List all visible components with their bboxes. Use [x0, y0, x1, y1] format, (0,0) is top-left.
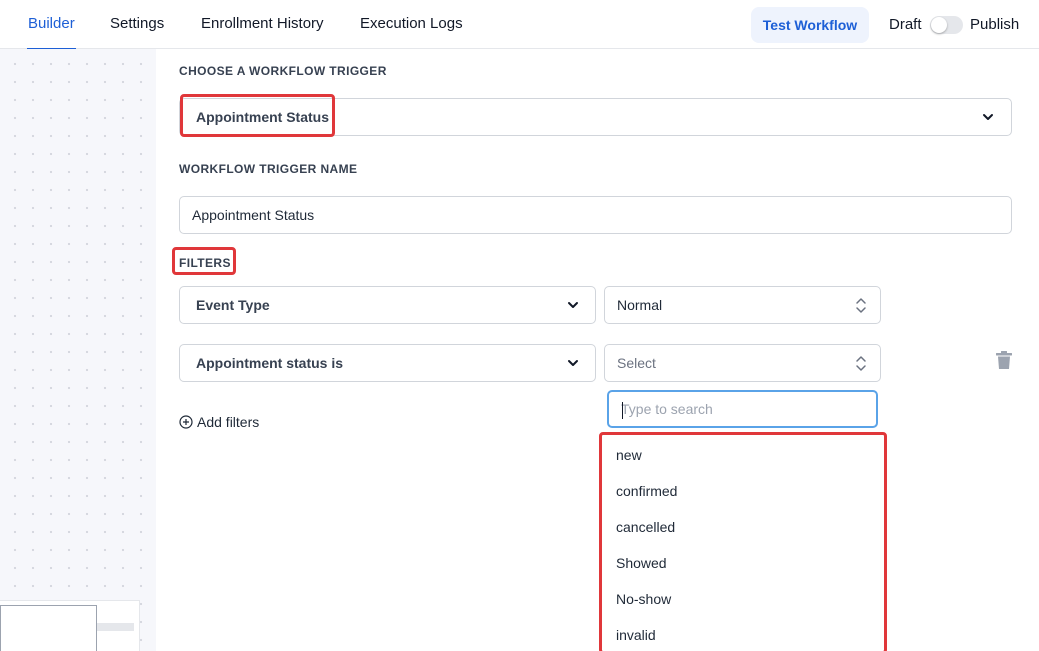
workflow-canvas[interactable]	[0, 49, 156, 651]
option-showed[interactable]: Showed	[616, 555, 667, 571]
filter-field-select[interactable]: Event Type	[179, 286, 596, 324]
publish-label: Publish	[970, 16, 1020, 33]
filter-value-select[interactable]: Normal	[604, 286, 881, 324]
text-caret	[622, 402, 623, 419]
option-cancelled[interactable]: cancelled	[616, 519, 675, 535]
chevron-down-icon	[568, 360, 578, 366]
toggle-knob	[931, 17, 947, 33]
filter-field-value: Appointment status is	[196, 355, 344, 371]
plus-circle-icon	[179, 415, 193, 429]
filter-value-select[interactable]: Select	[604, 344, 881, 382]
minimap[interactable]	[0, 600, 140, 651]
search-field[interactable]	[609, 392, 876, 426]
option-no-show[interactable]: No-show	[616, 591, 671, 607]
top-nav: Builder Settings Enrollment History Exec…	[0, 0, 1039, 50]
publish-toggle[interactable]	[930, 16, 963, 34]
trigger-name-input[interactable]: Appointment Status	[179, 196, 1012, 234]
add-filters-button[interactable]: Add filters	[179, 412, 259, 432]
trigger-section-label: CHOOSE A WORKFLOW TRIGGER	[179, 64, 387, 78]
trigger-select[interactable]: Appointment Status	[179, 98, 1012, 136]
tab-execution-logs[interactable]: Execution Logs	[360, 0, 463, 49]
draft-label: Draft	[889, 16, 922, 33]
dropdown-search-input[interactable]	[607, 390, 878, 428]
test-workflow-button[interactable]: Test Workflow	[751, 7, 869, 43]
filters-section-label: FILTERS	[179, 256, 231, 270]
filter-value: Normal	[617, 297, 663, 313]
dropdown-options-list: new confirmed cancelled Showed No-show i…	[604, 436, 884, 651]
option-new[interactable]: new	[616, 447, 642, 463]
filter-field-select[interactable]: Appointment status is	[179, 344, 596, 382]
chevron-down-icon	[568, 302, 578, 308]
trigger-name-value: Appointment Status	[192, 207, 315, 223]
option-invalid[interactable]: invalid	[616, 627, 656, 643]
filter-field-value: Event Type	[196, 297, 270, 313]
minimap-node	[97, 623, 134, 631]
trigger-name-section-label: WORKFLOW TRIGGER NAME	[179, 162, 358, 176]
trash-icon[interactable]	[995, 351, 1013, 370]
trigger-select-value: Appointment Status	[196, 109, 329, 125]
filter-value-placeholder: Select	[617, 355, 656, 371]
tab-builder[interactable]: Builder	[27, 0, 76, 50]
add-filters-label: Add filters	[197, 414, 260, 430]
option-confirmed[interactable]: confirmed	[616, 483, 677, 499]
chevron-down-icon	[983, 114, 993, 120]
minimap-viewport[interactable]	[0, 605, 97, 651]
tab-settings[interactable]: Settings	[110, 0, 164, 49]
up-down-arrows-icon	[856, 356, 866, 371]
tab-enrollment-history[interactable]: Enrollment History	[201, 0, 324, 49]
up-down-arrows-icon	[856, 298, 866, 313]
